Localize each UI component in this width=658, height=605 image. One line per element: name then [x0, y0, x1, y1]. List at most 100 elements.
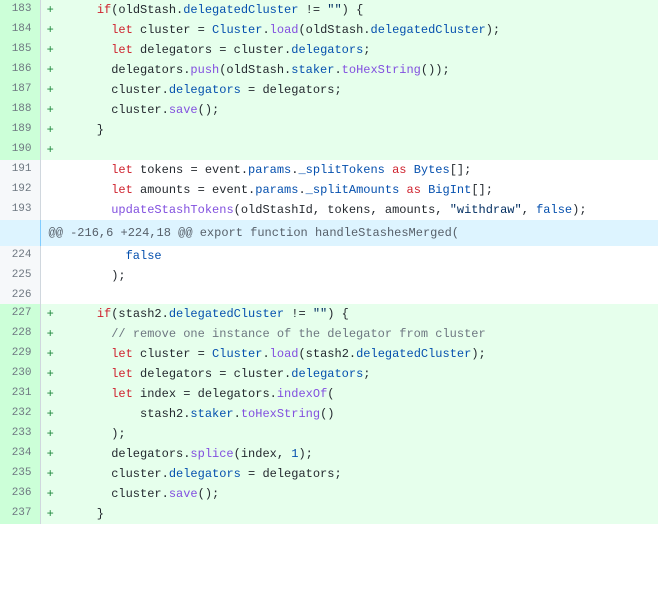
diff-marker: +	[40, 100, 60, 120]
code-content[interactable]: if(oldStash.delegatedCluster != "") {	[60, 0, 658, 20]
diff-table: 183+ if(oldStash.delegatedCluster != "")…	[0, 0, 658, 524]
code-content[interactable]: if(stash2.delegatedCluster != "") {	[60, 304, 658, 324]
diff-line-context: 193 updateStashTokens(oldStashId, tokens…	[0, 200, 658, 220]
diff-line-added: 229+ let cluster = Cluster.load(stash2.d…	[0, 344, 658, 364]
line-number[interactable]: 224	[0, 246, 40, 266]
line-number[interactable]: 189	[0, 120, 40, 140]
diff-marker	[40, 180, 60, 200]
line-number[interactable]: 184	[0, 20, 40, 40]
code-content[interactable]: // remove one instance of the delegator …	[60, 324, 658, 344]
code-content[interactable]: delegators.push(oldStash.staker.toHexStr…	[60, 60, 658, 80]
diff-marker: +	[40, 504, 60, 524]
line-number[interactable]: 231	[0, 384, 40, 404]
line-number[interactable]: 188	[0, 100, 40, 120]
diff-marker: +	[40, 464, 60, 484]
diff-line-added: 237+ }	[0, 504, 658, 524]
diff-line-context: 226	[0, 286, 658, 304]
diff-marker	[40, 246, 60, 266]
code-content[interactable]	[60, 140, 658, 160]
diff-line-added: 187+ cluster.delegators = delegators;	[0, 80, 658, 100]
diff-line-added: 189+ }	[0, 120, 658, 140]
line-number[interactable]: 183	[0, 0, 40, 20]
line-number[interactable]: 226	[0, 286, 40, 304]
diff-line-context: 192 let amounts = event.params._splitAmo…	[0, 180, 658, 200]
code-content[interactable]: stash2.staker.toHexString()	[60, 404, 658, 424]
diff-marker	[40, 160, 60, 180]
line-number[interactable]: 234	[0, 444, 40, 464]
line-number[interactable]: 229	[0, 344, 40, 364]
diff-line-added: 235+ cluster.delegators = delegators;	[0, 464, 658, 484]
line-number[interactable]: 230	[0, 364, 40, 384]
diff-marker: +	[40, 0, 60, 20]
code-content[interactable]: let tokens = event.params._splitTokens a…	[60, 160, 658, 180]
code-content[interactable]: delegators.splice(index, 1);	[60, 444, 658, 464]
diff-line-added: 227+ if(stash2.delegatedCluster != "") {	[0, 304, 658, 324]
hunk-text: @@ -216,6 +224,18 @@ export function han…	[40, 220, 658, 246]
line-number[interactable]: 235	[0, 464, 40, 484]
diff-marker: +	[40, 20, 60, 40]
hunk-header[interactable]: @@ -216,6 +224,18 @@ export function han…	[0, 220, 658, 246]
diff-marker: +	[40, 120, 60, 140]
code-content[interactable]: let amounts = event.params._splitAmounts…	[60, 180, 658, 200]
line-number[interactable]: 227	[0, 304, 40, 324]
code-content[interactable]: updateStashTokens(oldStashId, tokens, am…	[60, 200, 658, 220]
code-content[interactable]: let delegators = cluster.delegators;	[60, 364, 658, 384]
diff-marker: +	[40, 344, 60, 364]
diff-line-added: 228+ // remove one instance of the deleg…	[0, 324, 658, 344]
code-content[interactable]: let delegators = cluster.delegators;	[60, 40, 658, 60]
line-number[interactable]: 193	[0, 200, 40, 220]
code-content[interactable]: cluster.delegators = delegators;	[60, 464, 658, 484]
diff-marker: +	[40, 324, 60, 344]
code-content[interactable]: let cluster = Cluster.load(stash2.delega…	[60, 344, 658, 364]
diff-line-added: 236+ cluster.save();	[0, 484, 658, 504]
diff-line-added: 233+ );	[0, 424, 658, 444]
code-content[interactable]: cluster.delegators = delegators;	[60, 80, 658, 100]
diff-line-added: 232+ stash2.staker.toHexString()	[0, 404, 658, 424]
diff-line-context: 224 false	[0, 246, 658, 266]
code-content[interactable]	[60, 286, 658, 304]
diff-line-added: 234+ delegators.splice(index, 1);	[0, 444, 658, 464]
diff-marker: +	[40, 40, 60, 60]
diff-line-added: 190+	[0, 140, 658, 160]
line-number[interactable]: 190	[0, 140, 40, 160]
code-content[interactable]: let cluster = Cluster.load(oldStash.dele…	[60, 20, 658, 40]
line-number[interactable]: 191	[0, 160, 40, 180]
code-content[interactable]: );	[60, 424, 658, 444]
diff-marker: +	[40, 424, 60, 444]
diff-line-added: 184+ let cluster = Cluster.load(oldStash…	[0, 20, 658, 40]
code-content[interactable]: }	[60, 504, 658, 524]
diff-marker: +	[40, 404, 60, 424]
line-number[interactable]: 185	[0, 40, 40, 60]
diff-line-added: 185+ let delegators = cluster.delegators…	[0, 40, 658, 60]
line-number[interactable]: 236	[0, 484, 40, 504]
code-content[interactable]: let index = delegators.indexOf(	[60, 384, 658, 404]
diff-marker: +	[40, 484, 60, 504]
code-content[interactable]: cluster.save();	[60, 484, 658, 504]
diff-marker	[40, 200, 60, 220]
line-number[interactable]: 237	[0, 504, 40, 524]
diff-line-context: 191 let tokens = event.params._splitToke…	[0, 160, 658, 180]
diff-marker: +	[40, 140, 60, 160]
line-number[interactable]: 233	[0, 424, 40, 444]
diff-line-context: 225 );	[0, 266, 658, 286]
line-number[interactable]: 232	[0, 404, 40, 424]
diff-marker: +	[40, 60, 60, 80]
expand-icon[interactable]	[0, 220, 40, 246]
diff-line-added: 186+ delegators.push(oldStash.staker.toH…	[0, 60, 658, 80]
diff-line-added: 230+ let delegators = cluster.delegators…	[0, 364, 658, 384]
diff-marker	[40, 286, 60, 304]
diff-line-added: 188+ cluster.save();	[0, 100, 658, 120]
diff-marker: +	[40, 80, 60, 100]
code-content[interactable]: );	[60, 266, 658, 286]
code-content[interactable]: cluster.save();	[60, 100, 658, 120]
line-number[interactable]: 228	[0, 324, 40, 344]
line-number[interactable]: 225	[0, 266, 40, 286]
code-content[interactable]: }	[60, 120, 658, 140]
diff-marker: +	[40, 304, 60, 324]
line-number[interactable]: 186	[0, 60, 40, 80]
line-number[interactable]: 187	[0, 80, 40, 100]
diff-line-added: 231+ let index = delegators.indexOf(	[0, 384, 658, 404]
code-content[interactable]: false	[60, 246, 658, 266]
diff-line-added: 183+ if(oldStash.delegatedCluster != "")…	[0, 0, 658, 20]
line-number[interactable]: 192	[0, 180, 40, 200]
